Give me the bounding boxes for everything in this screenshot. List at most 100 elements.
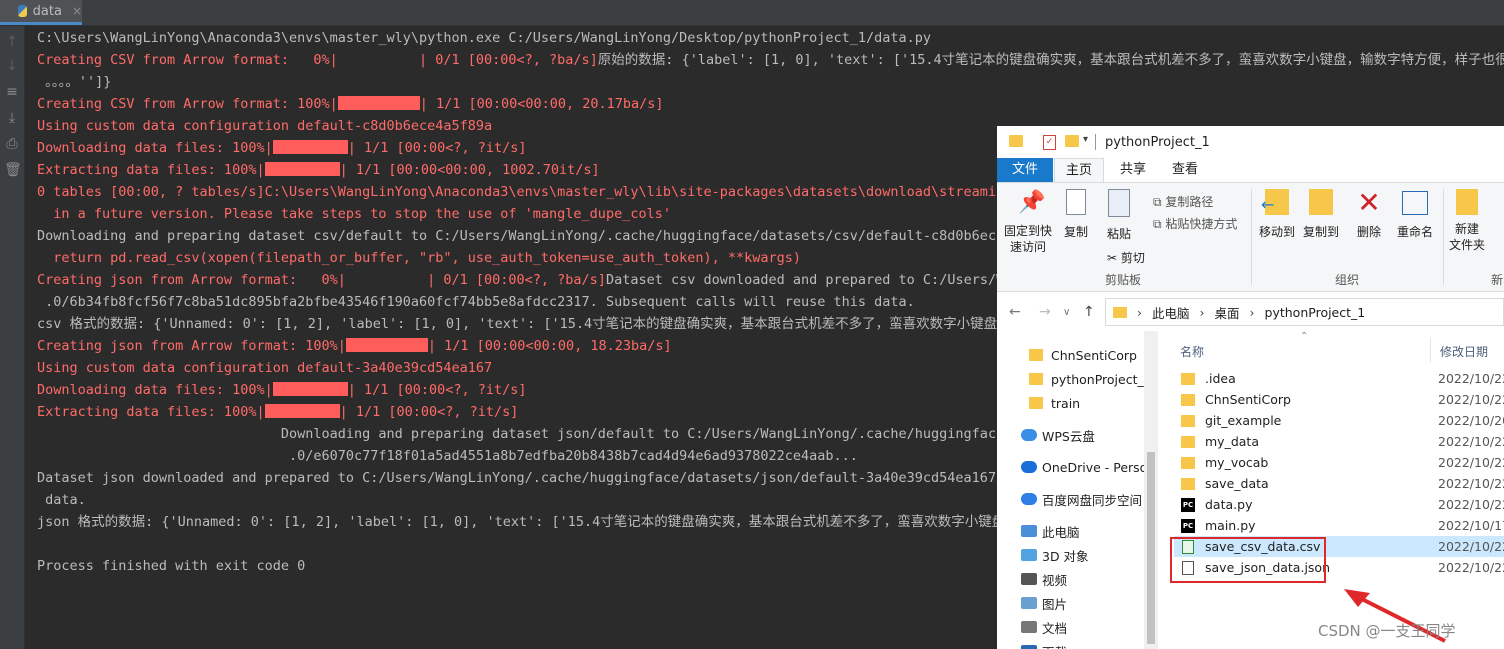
file-row[interactable]: git_example 2022/10/20 bbox=[1174, 410, 1504, 431]
file-row[interactable]: save_data 2022/10/22 bbox=[1174, 473, 1504, 494]
folder-icon bbox=[1181, 414, 1195, 427]
breadcrumb-desktop[interactable]: 桌面 bbox=[1215, 303, 1240, 322]
folder-icon bbox=[1029, 373, 1043, 385]
tab-share[interactable]: 共享 bbox=[1111, 158, 1155, 182]
watermark: CSDN @一支王同学 bbox=[1318, 622, 1456, 640]
folder-icon bbox=[1029, 349, 1043, 361]
python-file-icon bbox=[18, 5, 27, 17]
print-icon[interactable]: ⎙ bbox=[4, 136, 20, 152]
console-line-tail: | 1/1 [00:00<?, ?it/s] bbox=[347, 382, 527, 398]
address-bar[interactable]: › 此电脑 › 桌面 › pythonProject_1 bbox=[1105, 298, 1504, 326]
file-name: my_vocab bbox=[1205, 455, 1269, 470]
back-icon[interactable]: ← bbox=[1009, 304, 1021, 320]
console-line-text: 0 tables [00:00, ? tables/s]C:\Users\Wan… bbox=[37, 184, 1013, 200]
trash-icon[interactable]: 🗑 bbox=[4, 162, 22, 178]
console-line-text: in a future version. Please take steps t… bbox=[37, 206, 671, 222]
scroll-to-end-icon[interactable]: ⤓ bbox=[4, 110, 20, 126]
forward-icon[interactable]: → bbox=[1039, 304, 1051, 320]
picture-icon bbox=[1021, 597, 1037, 609]
console-line: 。。。。'']} bbox=[37, 71, 1504, 93]
file-row[interactable]: .idea 2022/10/22 bbox=[1174, 368, 1504, 389]
doc-icon bbox=[1021, 621, 1037, 633]
paste-shortcut-icon: ⧉ bbox=[1153, 217, 1166, 231]
console-line-tail: | 1/1 [00:00<?, ?it/s] bbox=[347, 140, 527, 156]
copy-to-button[interactable]: 复制到 bbox=[1299, 189, 1343, 240]
tab-file[interactable]: 文件 bbox=[997, 158, 1053, 182]
paste-shortcut-button[interactable]: ⧉ 粘贴快捷方式 bbox=[1153, 215, 1237, 232]
nav-item-[interactable]: 下载 bbox=[1021, 639, 1067, 649]
soft-wrap-icon[interactable]: ≡ bbox=[4, 84, 20, 100]
file-explorer-window: ✓ ▾ pythonProject_1 文件 主页 共享 查看 📌 固定到快 速… bbox=[997, 126, 1504, 649]
nav-item-train[interactable]: train bbox=[1029, 391, 1080, 415]
console-line-text: Extracting data files: 100%| bbox=[37, 404, 265, 420]
rename-button[interactable]: 重命名 bbox=[1393, 189, 1437, 240]
nav-item-label: ChnSentiCorp bbox=[1051, 347, 1137, 363]
nav-item-onedrive-perso[interactable]: OneDrive - Perso bbox=[1021, 455, 1147, 479]
file-date: 2022/10/22 bbox=[1438, 476, 1504, 491]
file-row[interactable]: my_vocab 2022/10/22 bbox=[1174, 452, 1504, 473]
new-folder-icon[interactable] bbox=[1065, 135, 1079, 147]
arrow-up-icon[interactable]: ↑ bbox=[4, 34, 20, 50]
nav-item-3d[interactable]: 3D 对象 bbox=[1021, 543, 1089, 567]
console-line-text: Creating json from Arrow format: 0%| | 0… bbox=[37, 272, 606, 288]
group-new-label: 新 bbox=[1491, 273, 1504, 287]
copy-button[interactable]: 复制 bbox=[1059, 189, 1093, 240]
folder-icon bbox=[1113, 306, 1127, 318]
up-icon[interactable]: ↑ bbox=[1083, 304, 1095, 320]
copy-path-button[interactable]: ⧉ 复制路径 bbox=[1153, 193, 1213, 210]
tab-data[interactable]: data × bbox=[0, 0, 82, 25]
file-row[interactable]: ChnSentiCorp 2022/10/22 bbox=[1174, 389, 1504, 410]
properties-icon[interactable]: ✓ bbox=[1043, 135, 1056, 150]
nav-item-[interactable]: 视频 bbox=[1021, 567, 1067, 591]
file-date: 2022/10/22 bbox=[1438, 392, 1504, 407]
tab-home[interactable]: 主页 bbox=[1054, 158, 1104, 182]
nav-item-label: pythonProject_1 bbox=[1051, 371, 1152, 387]
move-to-icon: ← bbox=[1261, 189, 1289, 215]
move-to-button[interactable]: ← 移动到 bbox=[1257, 189, 1297, 240]
delete-button[interactable]: ✕ 删除 bbox=[1351, 189, 1387, 240]
progress-bar bbox=[272, 140, 348, 154]
tab-view[interactable]: 查看 bbox=[1163, 158, 1207, 182]
nav-item-wps[interactable]: WPS云盘 bbox=[1021, 423, 1095, 447]
nav-item-[interactable]: 百度网盘同步空间 bbox=[1021, 487, 1142, 511]
console-line: Creating CSV from Arrow format: 0%| | 0/… bbox=[37, 49, 1504, 71]
column-date[interactable]: 修改日期 bbox=[1440, 343, 1488, 360]
nav-item-[interactable]: 此电脑 bbox=[1021, 519, 1080, 543]
file-date: 2022/10/22 bbox=[1438, 371, 1504, 386]
console-line-tail: | 1/1 [00:00<?, ?it/s] bbox=[339, 404, 519, 420]
paste-icon bbox=[1108, 189, 1130, 217]
file-row[interactable]: PC data.py 2022/10/22 bbox=[1174, 494, 1504, 515]
recent-dropdown-icon[interactable]: ∨ bbox=[1063, 307, 1070, 318]
nav-item-[interactable]: 图片 bbox=[1021, 591, 1067, 615]
nav-item-chnsenticorp[interactable]: ChnSentiCorp bbox=[1029, 343, 1137, 367]
nav-item-pythonproject-1[interactable]: pythonProject_1 bbox=[1029, 367, 1152, 391]
scrollbar-thumb[interactable] bbox=[1147, 452, 1155, 644]
close-icon[interactable]: × bbox=[72, 4, 82, 18]
file-row[interactable]: my_data 2022/10/22 bbox=[1174, 431, 1504, 452]
file-row[interactable]: PC main.py 2022/10/17 bbox=[1174, 515, 1504, 536]
console-line: Creating CSV from Arrow format: 100%| | 1… bbox=[37, 93, 1504, 115]
pin-quick-access-button[interactable]: 📌 固定到快 速访问 bbox=[1003, 189, 1053, 255]
nav-item-[interactable]: 文档 bbox=[1021, 615, 1067, 639]
new-folder-large-icon bbox=[1456, 189, 1478, 215]
breadcrumb-project[interactable]: pythonProject_1 bbox=[1265, 305, 1366, 320]
paste-button[interactable]: 粘贴 bbox=[1101, 189, 1137, 242]
cut-button[interactable]: ✂ 剪切 bbox=[1107, 249, 1145, 266]
dropdown-icon[interactable]: ▾ bbox=[1083, 134, 1088, 145]
file-date: 2022/10/17 bbox=[1438, 518, 1504, 533]
scissors-icon: ✂ bbox=[1107, 251, 1121, 265]
folder-icon bbox=[1009, 135, 1023, 147]
column-name[interactable]: 名称 bbox=[1180, 343, 1204, 360]
console-line-tail: | 1/1 [00:00<00:00, 1002.70it/s] bbox=[339, 162, 600, 178]
arrow-down-icon[interactable]: ↓ bbox=[4, 58, 20, 74]
breadcrumb-this-pc[interactable]: 此电脑 bbox=[1152, 303, 1190, 322]
new-folder-button[interactable]: 新建 文件夹 bbox=[1447, 189, 1487, 253]
highlight-box bbox=[1170, 537, 1326, 583]
console-line-text: Downloading and preparing dataset json/d… bbox=[37, 426, 1029, 442]
pc-icon bbox=[1021, 525, 1037, 537]
nav-item-label: 下载 bbox=[1042, 642, 1067, 649]
column-header-row: 名称 ⌃ 修改日期 bbox=[1172, 331, 1504, 367]
console-line-text: Downloading and preparing dataset csv/de… bbox=[37, 228, 1013, 244]
onedrive-icon bbox=[1021, 461, 1037, 473]
nav-item-label: 图片 bbox=[1042, 596, 1068, 612]
